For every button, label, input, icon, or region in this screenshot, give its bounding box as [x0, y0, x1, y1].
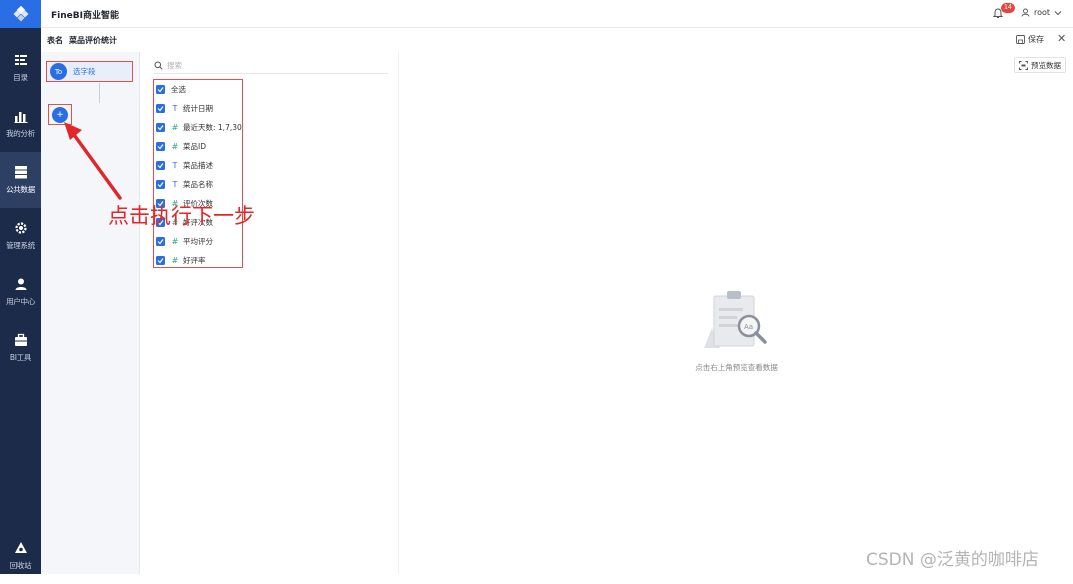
- sidebar-item-recycle-bin[interactable]: 回收站: [0, 528, 41, 584]
- field-name: 好评率: [183, 256, 206, 265]
- save-button[interactable]: 保存: [1016, 34, 1044, 45]
- sidebar-item-admin[interactable]: 管理系统: [0, 208, 41, 264]
- number-type-icon: #: [171, 256, 179, 265]
- preview-panel: 预览数据 Aa 点击右上角预览查看数据: [400, 52, 1073, 574]
- notification-badge: 14: [1001, 3, 1015, 13]
- search-icon: [154, 61, 163, 70]
- empty-data-illustration: Aa: [704, 291, 767, 348]
- close-button[interactable]: ✕: [1057, 32, 1066, 45]
- sidebar-item-label: 公共数据: [6, 185, 35, 194]
- search-input[interactable]: 搜索: [154, 58, 388, 74]
- sidebar-item-catalog[interactable]: 目录: [0, 40, 41, 96]
- checkbox-checked-icon[interactable]: [156, 161, 165, 170]
- field-row[interactable]: # 菜品ID: [156, 137, 206, 156]
- watermark: CSDN @泛黄的咖啡店: [866, 550, 1039, 570]
- sidebar-item-label: BI工具: [9, 353, 32, 362]
- top-bar: FineBI商业智能 14 root: [41, 0, 1073, 28]
- sidebar-item-label: 我的分析: [6, 129, 35, 138]
- select-fields-node[interactable]: To 选字段: [46, 61, 133, 82]
- sub-bar: 表名 菜品评价统计 保存 ✕: [41, 28, 1073, 52]
- user-name: root: [1034, 8, 1051, 17]
- chart-icon: [14, 112, 27, 123]
- node-label: 选字段: [73, 67, 96, 76]
- catalog-icon: [14, 55, 27, 65]
- field-name: 统计日期: [183, 104, 213, 113]
- preview-data-button[interactable]: 预览数据: [1014, 57, 1066, 73]
- text-type-icon: T: [172, 104, 178, 113]
- logo-icon: [12, 6, 29, 22]
- field-name: 平均评分: [183, 237, 213, 246]
- checkbox-checked-icon[interactable]: [156, 123, 165, 132]
- select-all-checkbox[interactable]: 全选: [156, 80, 186, 99]
- text-type-icon: T: [172, 161, 178, 170]
- empty-state-text: 点击右上角预览查看数据: [695, 363, 778, 372]
- field-row[interactable]: T 菜品名称: [156, 175, 213, 194]
- recycle-icon: [14, 542, 27, 553]
- chevron-down-icon: [1054, 10, 1062, 15]
- scan-icon: [1019, 60, 1028, 70]
- field-name: 菜品ID: [183, 142, 206, 151]
- field-name: 菜品名称: [183, 180, 213, 189]
- app-title: FineBI商业智能: [51, 11, 119, 21]
- table-name-value: 菜品评价统计: [69, 36, 117, 45]
- sidebar-item-public-data[interactable]: 公共数据: [0, 152, 41, 208]
- number-type-icon: #: [171, 237, 179, 246]
- text-type-icon: T: [172, 180, 178, 189]
- field-name: 菜品描述: [183, 161, 213, 170]
- sidebar-item-bi-tools[interactable]: BI工具: [0, 320, 41, 376]
- checkbox-checked-icon[interactable]: [156, 256, 165, 265]
- sidebar-item-label: 用户中心: [6, 297, 35, 306]
- checkbox-checked-icon[interactable]: [156, 104, 165, 113]
- database-icon: [14, 166, 27, 179]
- checkbox-checked-icon[interactable]: [156, 237, 165, 246]
- sidebar: 目录 我的分析 公共数据 管理系统 用户中心 BI工具 回收站: [0, 0, 41, 574]
- sidebar-item-label: 回收站: [9, 561, 32, 570]
- sidebar-item-label: 管理系统: [6, 241, 35, 250]
- checkbox-checked-icon: [156, 85, 165, 94]
- field-row[interactable]: # 最近天数: 1,7,30: [156, 118, 242, 137]
- fields-panel: 搜索 全选 T 统计日期 # 最近天数: 1,7,30 # 菜品ID T 菜品描述 T 菜品名称 #…: [146, 52, 399, 574]
- field-list: 全选 T 统计日期 # 最近天数: 1,7,30 # 菜品ID T 菜品描述 T 菜品名称 # 评价次…: [153, 79, 243, 268]
- user-menu[interactable]: root: [1021, 8, 1062, 17]
- select-all-label: 全选: [171, 85, 186, 94]
- field-name: 最近天数: 1,7,30: [183, 123, 242, 132]
- checkbox-checked-icon[interactable]: [156, 142, 165, 151]
- node-icon: To: [50, 63, 67, 80]
- flow-connector: [99, 83, 100, 103]
- checkbox-checked-icon[interactable]: [156, 180, 165, 189]
- user-icon: [15, 278, 26, 290]
- field-row[interactable]: # 平均评分: [156, 232, 213, 251]
- save-label: 保存: [1028, 35, 1044, 44]
- number-type-icon: #: [171, 142, 179, 151]
- sidebar-item-my-analysis[interactable]: 我的分析: [0, 96, 41, 152]
- svg-text:Aa: Aa: [744, 323, 753, 331]
- sidebar-item-label: 目录: [13, 73, 28, 82]
- user-icon: [1021, 8, 1030, 17]
- gear-icon: [14, 222, 27, 234]
- annotation-arrow: [64, 122, 122, 200]
- annotation-text: 点击执行下一步: [108, 204, 255, 228]
- table-name-label: 表名: [47, 36, 63, 45]
- field-row[interactable]: T 菜品描述: [156, 156, 213, 175]
- save-icon: [1016, 35, 1025, 44]
- number-type-icon: #: [171, 123, 179, 132]
- field-row[interactable]: T 统计日期: [156, 99, 213, 118]
- field-row[interactable]: # 好评率: [156, 251, 206, 270]
- toolbox-icon: [14, 333, 27, 346]
- sidebar-item-user-center[interactable]: 用户中心: [0, 264, 41, 320]
- search-placeholder: 搜索: [167, 61, 182, 70]
- finebi-logo[interactable]: [0, 0, 41, 28]
- preview-data-label: 预览数据: [1031, 60, 1061, 70]
